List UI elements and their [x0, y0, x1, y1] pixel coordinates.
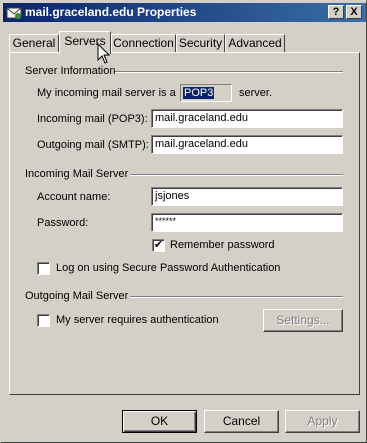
- smtp-server-input[interactable]: mail.graceland.edu: [151, 135, 343, 154]
- pop3-label: Incoming mail (POP3):: [37, 113, 148, 125]
- cancel-button[interactable]: Cancel: [204, 410, 279, 433]
- incoming-type-field[interactable]: POP3: [180, 84, 232, 102]
- incoming-server-heading: Incoming Mail Server: [25, 168, 129, 180]
- tab-connection[interactable]: Connection: [111, 34, 176, 53]
- pop3-server-input[interactable]: mail.graceland.edu: [151, 109, 343, 128]
- spa-checkbox[interactable]: [37, 262, 50, 275]
- spa-label[interactable]: Log on using Secure Password Authenticat…: [56, 262, 280, 274]
- smtp-auth-checkbox[interactable]: [37, 314, 50, 327]
- apply-button[interactable]: Apply: [285, 410, 360, 433]
- close-button[interactable]: X: [346, 5, 362, 19]
- mouse-pointer-icon: [97, 43, 111, 64]
- tab-general[interactable]: General: [9, 34, 59, 53]
- password-label: Password:: [37, 217, 89, 229]
- server-info-divider: [115, 71, 343, 73]
- incoming-type-value: POP3: [183, 87, 215, 99]
- ok-button[interactable]: OK: [122, 410, 197, 433]
- smtp-auth-label[interactable]: My server requires authentication: [56, 314, 219, 326]
- window-title: mail.graceland.edu Properties: [25, 5, 197, 19]
- outgoing-server-heading: Outgoing Mail Server: [25, 290, 129, 302]
- help-button[interactable]: ?: [328, 5, 344, 19]
- server-info-heading: Server Information: [25, 65, 116, 77]
- settings-button[interactable]: Settings...: [263, 309, 343, 332]
- title-bar[interactable]: mail.graceland.edu Properties ? X: [3, 3, 366, 22]
- account-name-input[interactable]: jsjones: [151, 187, 343, 206]
- incoming-type-suffix: server.: [239, 87, 273, 99]
- outgoing-server-divider: [130, 296, 343, 298]
- account-name-label: Account name:: [37, 191, 111, 203]
- tab-security[interactable]: Security: [176, 34, 225, 53]
- remember-password-label[interactable]: Remember password: [170, 239, 275, 251]
- incoming-server-divider: [130, 174, 343, 176]
- incoming-type-prefix: My incoming mail server is a: [37, 87, 176, 99]
- mail-account-icon: [6, 7, 22, 19]
- smtp-label: Outgoing mail (SMTP):: [37, 139, 149, 151]
- password-input[interactable]: ******: [151, 213, 343, 232]
- properties-dialog: mail.graceland.edu Properties ? X Genera…: [0, 0, 367, 443]
- tab-advanced[interactable]: Advanced: [225, 34, 285, 53]
- remember-password-checkbox[interactable]: ✔: [152, 239, 165, 252]
